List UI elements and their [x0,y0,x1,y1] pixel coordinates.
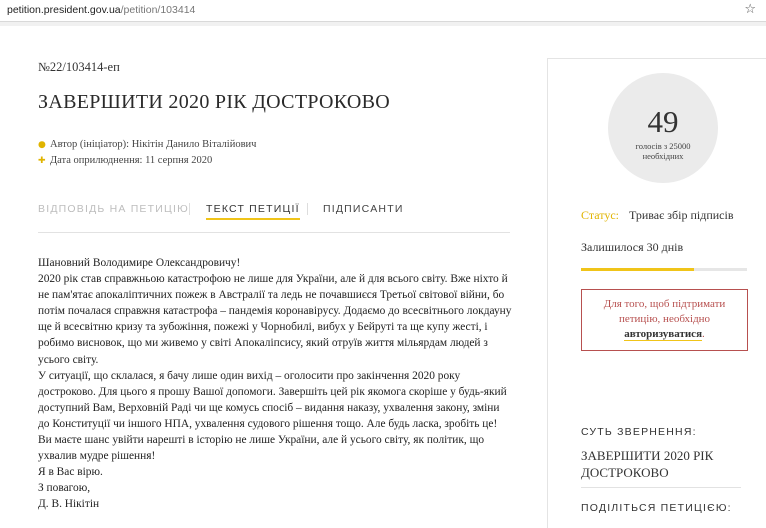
date-line: ✚ Дата оприлюднення: 11 серпня 2020 [38,155,212,166]
petition-number: №22/103414-еп [38,60,120,74]
alert-end: . [702,328,705,340]
author-line: ● Автор (ініціатор): Нікітін Данило Вітал… [38,139,256,150]
progress-fill [581,268,694,271]
status-line: Статус: Триває збір підписів [581,208,734,223]
progress-bar [581,268,747,271]
login-link[interactable]: авторизуватися [624,328,703,341]
paragraph: У ситуації, що склалася, я бачу лише оди… [38,369,507,463]
tab-divider [307,203,308,215]
url-path: /petition/103414 [120,4,196,16]
date-text: Дата оприлюднення: 11 серпня 2020 [50,155,213,166]
paragraph: Я в Вас вірю. [38,466,103,479]
vote-count-caption: голосів з 25000 необхідних [635,141,691,161]
summary-title: ЗАВЕРШИТИ 2020 РІК ДОСТРОКОВО [581,448,714,480]
divider [581,487,741,488]
petition-text: Шановний Володимире Олександровичу! 2020… [38,255,513,513]
tab-divider [189,203,190,215]
address-bar[interactable]: petition.president.gov.ua/petition/10341… [0,0,766,22]
signature: Д. В. Нікітін [38,498,100,511]
page-title: ЗАВЕРШИТИ 2020 РІК ДОСТРОКОВО [38,91,391,113]
url-text[interactable]: petition.president.gov.ua/petition/10341… [7,4,195,16]
paragraph: З повагою, [38,482,91,495]
url-host: petition.president.gov.ua [7,4,121,16]
summary-heading: СУТЬ ЗВЕРНЕННЯ: [581,426,697,438]
plus-icon: ✚ [38,156,46,166]
person-icon: ● [38,140,46,150]
share-heading: ПОДІЛІТЬСЯ ПЕТИЦІЄЮ: [581,502,732,514]
paragraph: 2020 рік став справжньою катастрофою не … [38,273,512,366]
author-text: Автор (ініціатор): Нікітін Данило Віталі… [50,139,257,150]
vote-count: 49 [647,104,679,139]
days-left: Залишилося 30 днів [581,240,684,254]
star-icon[interactable]: ☆ [744,2,756,17]
greeting: Шановний Володимире Олександровичу! [38,257,241,269]
auth-alert: Для того, щоб підтримати петицію, необхі… [581,289,748,351]
status-label: Статус: [581,208,619,222]
tab-answer[interactable]: Відповідь на петицію [38,203,189,215]
toolbar-divider [0,22,766,26]
petition-tabs: Відповідь на петицію Текст петиції Підпи… [38,200,510,233]
alert-text: Для того, щоб підтримати петицію, необхі… [603,298,726,325]
tab-signers[interactable]: Підписанти [323,203,404,215]
status-value: Триває збір підписів [629,208,734,222]
tab-text[interactable]: Текст петиції [206,203,300,220]
